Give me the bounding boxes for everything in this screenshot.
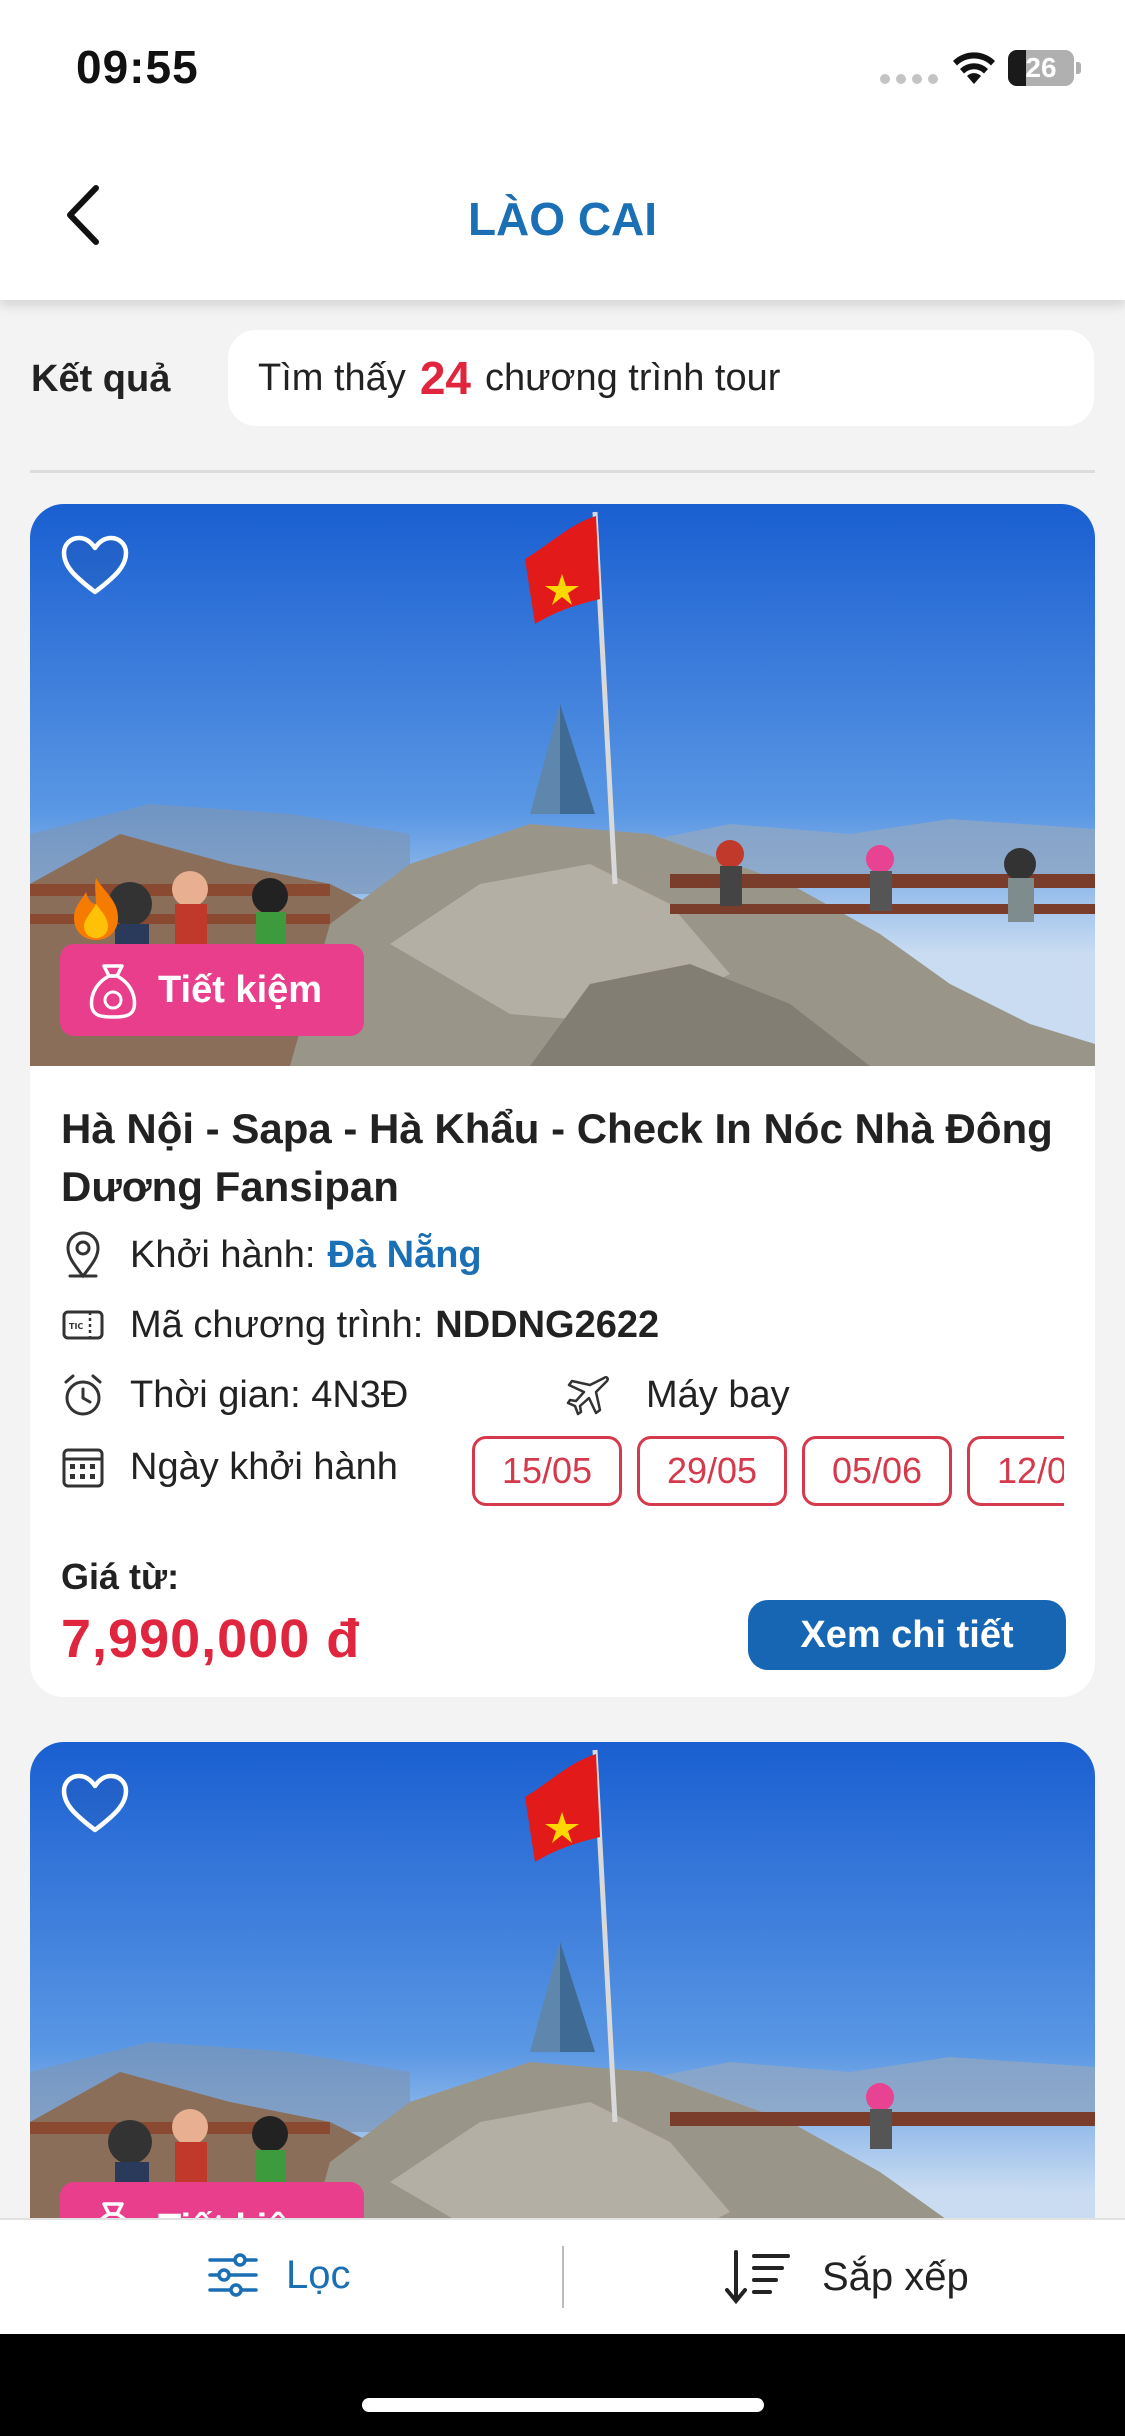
price-value: 7,990,000 đ bbox=[61, 1609, 361, 1669]
calendar-icon bbox=[60, 1442, 106, 1492]
tour-title[interactable]: Hà Nội - Sapa - Hà Khẩu - Check In Nóc N… bbox=[61, 1100, 1061, 1216]
bottom-action-bar: Lọc Sắp xếp bbox=[0, 2218, 1125, 2334]
filter-button[interactable]: Lọc bbox=[206, 2248, 351, 2302]
results-summary: Tìm thấy 24 chương trình tour bbox=[228, 330, 1094, 426]
savings-badge: Tiết kiệm bbox=[60, 944, 364, 1036]
wifi-icon bbox=[953, 52, 995, 84]
home-bar bbox=[0, 2334, 1125, 2436]
duration-text: Thời gian: 4N3Đ bbox=[130, 1373, 409, 1416]
ticket-icon: TIC bbox=[60, 1300, 106, 1350]
battery-icon: 26 bbox=[1008, 50, 1081, 86]
departure-value: Đà Nẵng bbox=[327, 1233, 482, 1276]
svg-text:TIC: TIC bbox=[69, 1322, 83, 1331]
transport-row: Máy bay bbox=[566, 1370, 790, 1420]
sort-button[interactable]: Sắp xếp bbox=[724, 2248, 969, 2306]
battery-level: 26 bbox=[1025, 52, 1057, 83]
location-pin-icon bbox=[60, 1230, 106, 1280]
results-label: Kết quả bbox=[31, 358, 171, 400]
filter-sliders-icon bbox=[208, 2253, 258, 2297]
departure-row: Khởi hành: Đà Nẵng bbox=[60, 1230, 482, 1280]
results-suffix: chương trình tour bbox=[484, 356, 781, 399]
favorite-heart-icon[interactable] bbox=[60, 534, 130, 598]
home-indicator[interactable] bbox=[362, 2398, 764, 2412]
duration-row: Thời gian: 4N3Đ bbox=[60, 1370, 408, 1420]
program-code-value: NDDNG2622 bbox=[435, 1303, 660, 1346]
sort-icon bbox=[725, 2250, 790, 2305]
sort-label: Sắp xếp bbox=[822, 2254, 969, 2299]
departure-label: Khởi hành: bbox=[130, 1233, 316, 1276]
page-title: LÀO CAI bbox=[467, 193, 658, 245]
date-chip[interactable]: 05/06 bbox=[802, 1436, 952, 1506]
program-code-row: TIC Mã chương trình: NDDNG2622 bbox=[60, 1300, 659, 1350]
departure-dates-list[interactable]: 15/05 29/05 05/06 12/06 bbox=[472, 1436, 1064, 1508]
airplane-icon bbox=[566, 1370, 612, 1420]
flame-icon bbox=[74, 878, 118, 940]
departure-dates-row: Ngày khởi hành bbox=[60, 1442, 398, 1492]
badge-label: Tiết kiệm bbox=[158, 968, 323, 1011]
status-time: 09:55 bbox=[76, 41, 199, 93]
money-bag-icon bbox=[89, 964, 137, 1019]
date-chip[interactable]: 12/06 bbox=[967, 1436, 1064, 1506]
program-code-label: Mã chương trình: bbox=[130, 1303, 424, 1346]
filter-label: Lọc bbox=[286, 2252, 351, 2297]
transport-text: Máy bay bbox=[646, 1373, 790, 1416]
results-count: 24 bbox=[419, 352, 471, 404]
price-label: Giá từ: bbox=[61, 1556, 180, 1597]
results-prefix: Tìm thấy bbox=[258, 356, 406, 399]
view-details-button[interactable]: Xem chi tiết bbox=[748, 1600, 1066, 1670]
alarm-clock-icon bbox=[60, 1370, 106, 1420]
divider bbox=[562, 2246, 564, 2308]
divider bbox=[30, 470, 1095, 473]
cellular-signal-icon bbox=[880, 74, 938, 84]
date-chip[interactable]: 15/05 bbox=[472, 1436, 622, 1506]
departure-dates-label: Ngày khởi hành bbox=[130, 1445, 398, 1488]
date-chip[interactable]: 29/05 bbox=[637, 1436, 787, 1506]
header-bar: 09:55 26 LÀO CAI bbox=[0, 0, 1125, 300]
favorite-heart-icon[interactable] bbox=[60, 1772, 130, 1836]
tour-card[interactable]: Tiết kiệm Hà Nội - Sapa - Hà Khẩu - Chec… bbox=[30, 504, 1095, 1697]
